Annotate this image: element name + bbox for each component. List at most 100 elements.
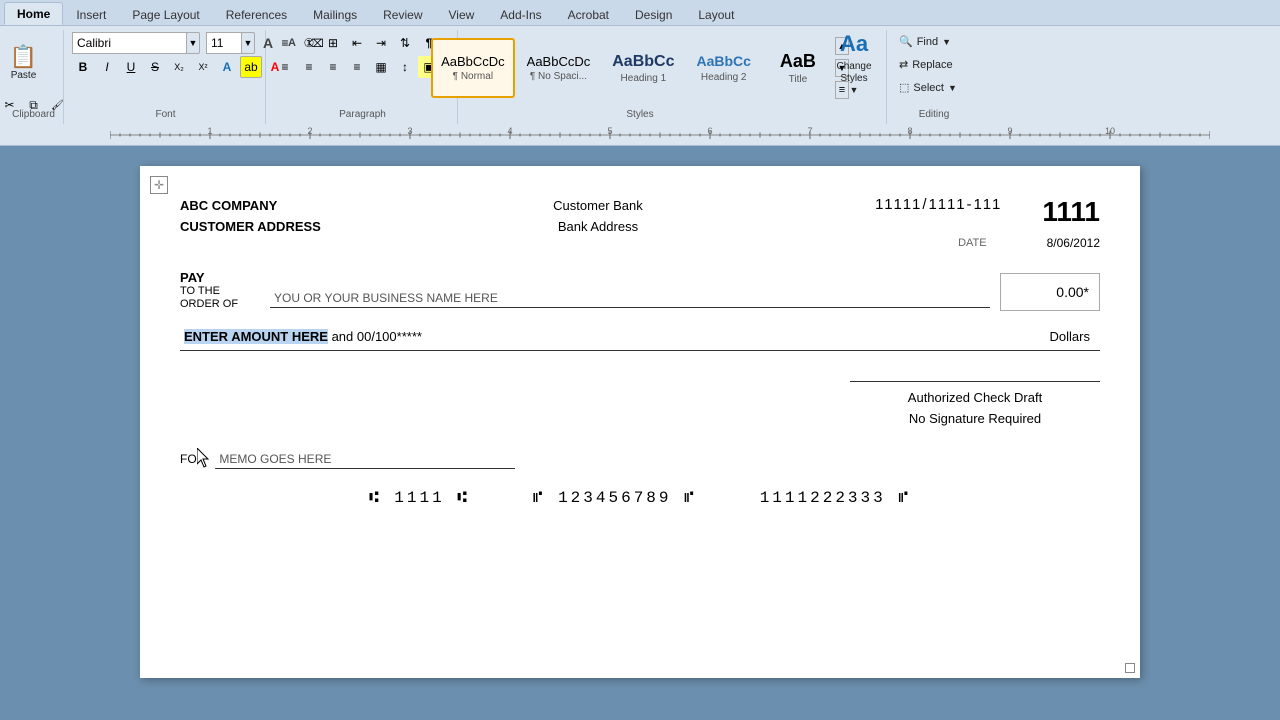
align-center-button[interactable]: ≡ xyxy=(298,56,320,78)
highlight-button[interactable]: ab xyxy=(240,56,262,78)
columns-button[interactable]: ▦ xyxy=(370,56,392,78)
italic-button[interactable]: I xyxy=(96,56,118,78)
bold-button[interactable]: B xyxy=(72,56,94,78)
pay-section: PAY TO THEORDER OF YOU OR YOUR BUSINESS … xyxy=(180,270,1100,311)
font-size-input[interactable] xyxy=(206,32,242,54)
tab-layout[interactable]: Layout xyxy=(685,3,747,25)
svg-text:3: 3 xyxy=(407,126,412,136)
style-no-spacing-preview: AaBbCcDc xyxy=(527,54,591,70)
tab-design[interactable]: Design xyxy=(622,3,685,25)
tab-review[interactable]: Review xyxy=(370,3,435,25)
svg-text:2: 2 xyxy=(307,126,312,136)
tab-addins[interactable]: Add-Ins xyxy=(487,3,554,25)
align-left-button[interactable]: ≡ xyxy=(274,56,296,78)
check-header-right: 11111/1111-111 1111 DATE 8/06/2012 xyxy=(875,196,1100,250)
move-handle[interactable]: ✛ xyxy=(150,176,168,194)
style-normal-label: ¶ Normal xyxy=(453,71,493,82)
paste-button[interactable]: 📋 Paste xyxy=(0,32,49,92)
find-button[interactable]: 🔍 Find ▼ xyxy=(894,32,974,51)
memo-line[interactable]: MEMO GOES HERE xyxy=(215,450,515,469)
micr-line: ⑆ 1111 ⑆ ⑈ 123456789 ⑈ 1111222333 ⑈ xyxy=(180,489,1100,507)
routing-area: 11111/1111-111 xyxy=(875,196,1002,213)
signature-area: Authorized Check Draft No Signature Requ… xyxy=(180,381,1100,430)
check-document: ✛ ABC COMPANY CUSTOMER ADDRESS Customer … xyxy=(140,166,1140,678)
replace-button[interactable]: ⇄ Replace xyxy=(894,55,974,74)
change-styles-button[interactable]: Aa ChangeStyles ▼ xyxy=(827,32,882,94)
svg-text:9: 9 xyxy=(1007,126,1012,136)
svg-text:5: 5 xyxy=(607,126,612,136)
amount-box[interactable]: 0.00* xyxy=(1000,273,1100,311)
underline-button[interactable]: U xyxy=(120,56,142,78)
clipboard-label: Clipboard xyxy=(12,109,55,120)
pay-main-label: PAY xyxy=(180,270,205,285)
tab-mailings[interactable]: Mailings xyxy=(300,3,370,25)
tab-page-layout[interactable]: Page Layout xyxy=(119,3,212,25)
style-normal[interactable]: AaBbCcDc ¶ Normal xyxy=(431,38,515,98)
style-h1-label: Heading 1 xyxy=(621,73,667,84)
font-size-dropdown-button[interactable]: ▼ xyxy=(241,32,255,54)
tab-home[interactable]: Home xyxy=(4,2,63,25)
style-h1-preview: AaBbCc xyxy=(612,52,674,71)
date-value: 8/06/2012 xyxy=(1047,236,1100,250)
find-icon: 🔍 xyxy=(899,35,913,48)
change-styles-group: Aa ChangeStyles ▼ xyxy=(822,30,887,124)
decrease-indent-button[interactable]: ⇤ xyxy=(346,32,368,54)
pay-to-label: TO THEORDER OF xyxy=(180,285,238,311)
style-title-preview: AaB xyxy=(780,51,816,73)
svg-text:10: 10 xyxy=(1105,126,1115,136)
tab-acrobat[interactable]: Acrobat xyxy=(555,3,622,25)
align-right-button[interactable]: ≡ xyxy=(322,56,344,78)
subscript-button[interactable]: X₂ xyxy=(168,56,190,78)
check-header: ABC COMPANY CUSTOMER ADDRESS Customer Ba… xyxy=(180,196,1100,250)
style-heading1[interactable]: AaBbCc Heading 1 xyxy=(602,38,684,98)
pay-to-value: YOU OR YOUR BUSINESS NAME HERE xyxy=(274,291,498,305)
tab-view[interactable]: View xyxy=(436,3,488,25)
paste-icon: 📋 xyxy=(10,44,37,70)
resize-handle[interactable] xyxy=(1125,663,1135,673)
tab-references[interactable]: References xyxy=(213,3,300,25)
text-effects-button[interactable]: A xyxy=(216,56,238,78)
justify-button[interactable]: ≡ xyxy=(346,56,368,78)
superscript-button[interactable]: X² xyxy=(192,56,214,78)
change-styles-dropdown-icon: ▼ xyxy=(850,85,859,95)
bullets-button[interactable]: ≡ xyxy=(274,32,296,54)
styles-group: AaBbCcDc ¶ Normal AaBbCcDc ¶ No Spaci...… xyxy=(460,30,820,124)
amount-highlight[interactable]: ENTER AMOUNT HERE xyxy=(184,329,328,344)
company-address: CUSTOMER ADDRESS xyxy=(180,217,321,238)
style-heading2[interactable]: AaBbCc Heading 2 xyxy=(686,38,760,98)
numbering-button[interactable]: ① xyxy=(298,32,320,54)
written-amount-row: ENTER AMOUNT HERE and 00/100***** Dollar… xyxy=(180,327,1100,351)
strikethrough-button[interactable]: S xyxy=(144,56,166,78)
font-label: Font xyxy=(155,109,175,120)
svg-text:1: 1 xyxy=(207,126,212,136)
memo-value: MEMO GOES HERE xyxy=(219,452,331,466)
style-no-spacing-label: ¶ No Spaci... xyxy=(530,71,587,82)
authorized-line2: No Signature Required xyxy=(850,409,1100,430)
clipboard-group: 📋 Paste ✂ ⧉ 🖌 Clipboard xyxy=(4,30,64,124)
pay-row: PAY TO THEORDER OF YOU OR YOUR BUSINESS … xyxy=(180,270,1100,311)
ruler: 12345678910 xyxy=(0,124,1280,146)
increase-indent-button[interactable]: ⇥ xyxy=(370,32,392,54)
micr-text: ⑆ 1111 ⑆ ⑈ 123456789 ⑈ 1111222333 ⑈ xyxy=(369,489,911,507)
svg-text:7: 7 xyxy=(807,126,812,136)
line-spacing-button[interactable]: ↕ xyxy=(394,56,416,78)
written-amount-text: ENTER AMOUNT HERE and 00/100***** xyxy=(180,327,426,346)
amount-value: 0.00* xyxy=(1056,284,1089,300)
paragraph-label: Paragraph xyxy=(339,109,386,120)
multilevel-button[interactable]: ⊞ xyxy=(322,32,344,54)
select-button[interactable]: ⬚ Select ▼ xyxy=(894,78,974,97)
date-area: DATE xyxy=(958,237,987,249)
svg-text:4: 4 xyxy=(507,126,512,136)
tab-insert[interactable]: Insert xyxy=(63,3,119,25)
check-number: 1111 xyxy=(1042,196,1100,228)
date-label: DATE xyxy=(958,237,987,249)
memo-row: FOR MEMO GOES HERE xyxy=(180,450,1100,469)
bank-name: Customer Bank xyxy=(553,196,643,217)
font-dropdown-button[interactable]: ▼ xyxy=(186,32,200,54)
font-name-input[interactable] xyxy=(72,32,187,54)
sort-button[interactable]: ⇅ xyxy=(394,32,416,54)
company-info: ABC COMPANY CUSTOMER ADDRESS xyxy=(180,196,321,238)
style-no-spacing[interactable]: AaBbCcDc ¶ No Spaci... xyxy=(517,38,601,98)
pay-to-line[interactable]: YOU OR YOUR BUSINESS NAME HERE xyxy=(270,289,990,308)
editing-label: Editing xyxy=(919,109,950,120)
